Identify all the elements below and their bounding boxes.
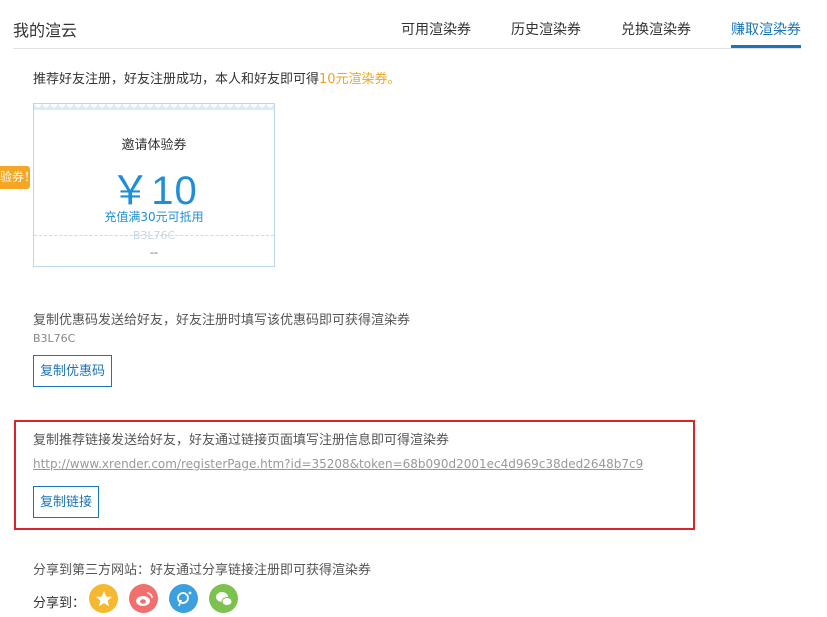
copy-link-button[interactable]: 复制链接 — [33, 486, 100, 518]
intro-text: 推荐好友注册，好友注册成功，本人和好友即可得10元渲染券。 — [33, 68, 401, 87]
wechat-icon[interactable] — [209, 584, 238, 613]
share-label: 分享到： — [33, 596, 86, 611]
referral-link-instruction: 复制推荐链接发送给好友，好友通过链接页面填写注册信息即可得渲染券 — [33, 433, 450, 448]
page-header: 我的渲云 可用渲染券 历史渲染券 兑换渲染券 赚取渲染券 — [13, 0, 801, 49]
coupon-title: 邀请体验券 — [121, 138, 187, 153]
tab-earn-coupons[interactable]: 赚取渲染券 — [731, 19, 801, 39]
tab-redeem-coupons[interactable]: 兑换渲染券 — [621, 19, 691, 39]
page-title: 我的渲云 — [13, 21, 78, 40]
side-tag[interactable]: 验券！ — [0, 166, 30, 189]
intro-highlight: 10元渲染券。 — [319, 72, 401, 87]
qzone-icon[interactable] — [89, 584, 118, 613]
invite-coupon-card: 邀请体验券 ￥10 充值满30元可抵用 B3L76C -- — [33, 103, 275, 267]
pengyou-icon[interactable] — [169, 584, 198, 613]
share-instruction: 分享到第三方网站：好友通过分享链接注册即可获得渲染券 — [33, 563, 372, 578]
promo-code-instruction: 复制优惠码发送给好友，好友注册时填写该优惠码即可获得渲染券 — [33, 313, 411, 328]
coupon-date: -- — [150, 246, 158, 259]
copy-promo-code-button[interactable]: 复制优惠码 — [33, 355, 113, 387]
intro-main: 推荐好友注册，好友注册成功，本人和好友即可得 — [33, 72, 320, 87]
promo-code-value: B3L76C — [33, 332, 76, 345]
tab-history-coupons[interactable]: 历史渲染券 — [511, 19, 581, 39]
tab-available-coupons[interactable]: 可用渲染券 — [401, 19, 471, 39]
weibo-icon[interactable] — [129, 584, 158, 613]
active-tab-indicator — [731, 45, 801, 48]
coupon-condition: 充值满30元可抵用 — [104, 210, 204, 224]
coupon-code: B3L76C — [132, 229, 176, 242]
referral-link-url[interactable]: http://www.xrender.com/registerPage.htm?… — [33, 457, 643, 471]
coupon-zigzag-edge — [34, 104, 274, 110]
